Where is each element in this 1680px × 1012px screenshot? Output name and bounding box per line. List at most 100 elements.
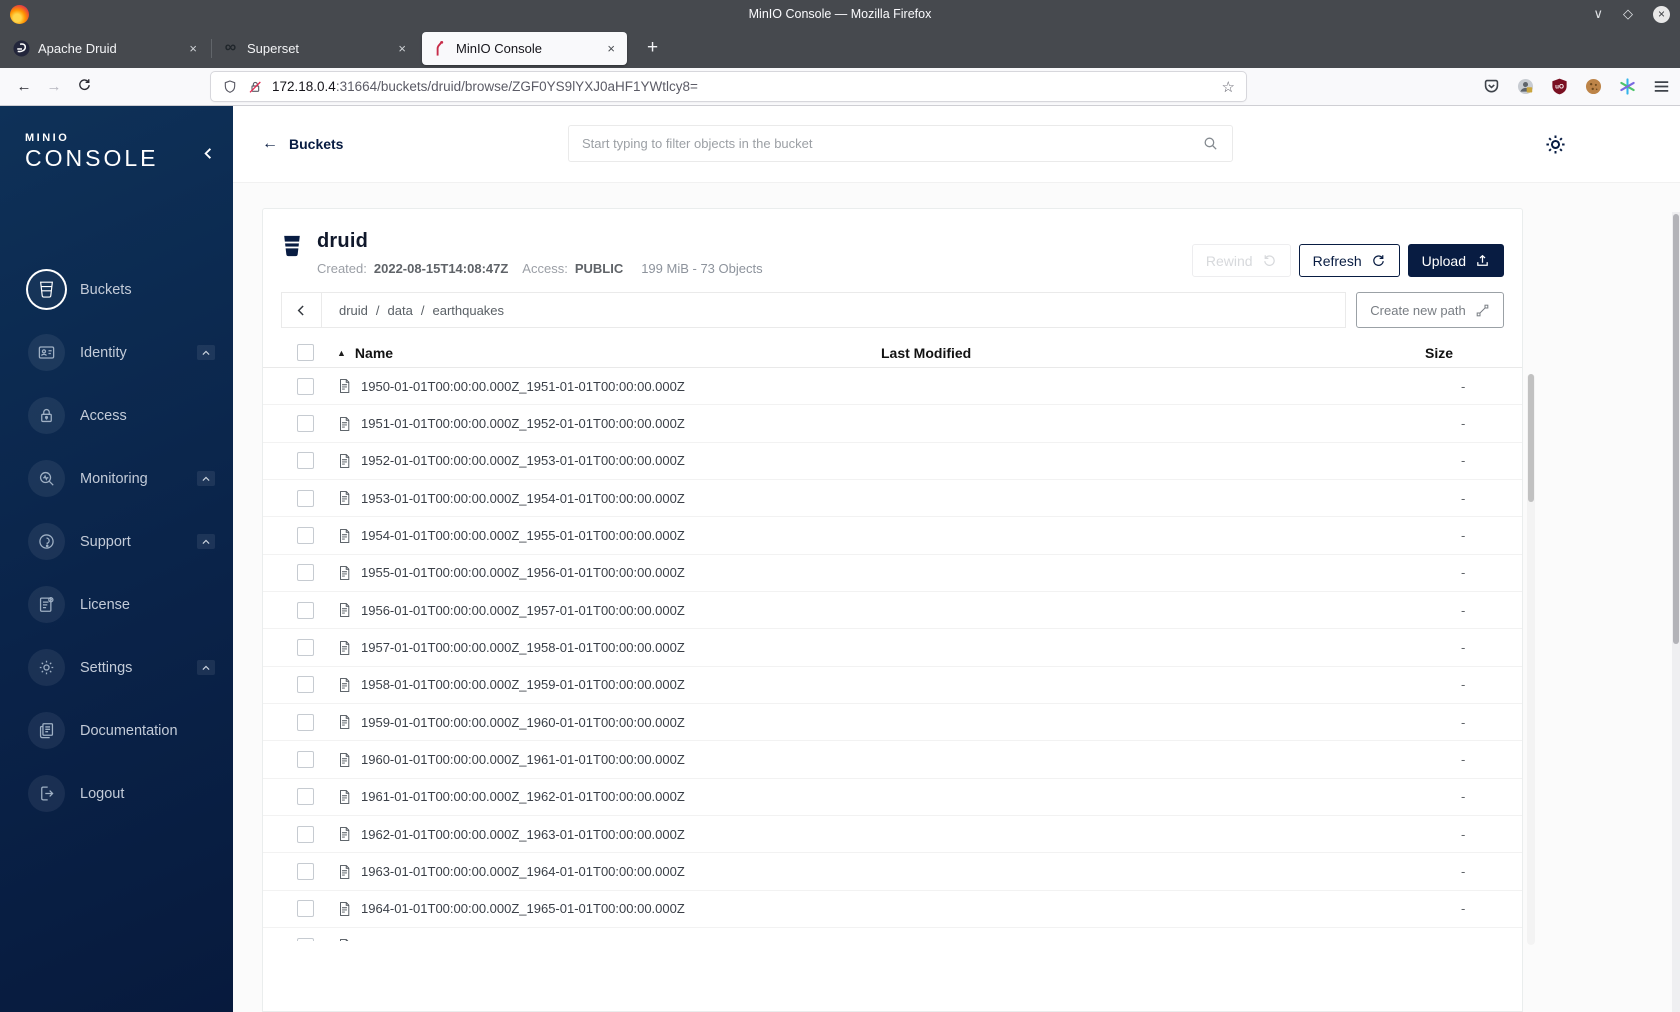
sidebar-item-access[interactable]: Access xyxy=(0,384,233,447)
sidebar-item-license[interactable]: License xyxy=(0,573,233,636)
object-row[interactable]: 1957-01-01T00:00:00.000Z_1958-01-01T00:0… xyxy=(263,629,1522,667)
object-name-cell[interactable]: 1958-01-01T00:00:00.000Z_1959-01-01T00:0… xyxy=(337,677,867,693)
sidebar-item-documentation[interactable]: Documentation xyxy=(0,699,233,762)
object-name-cell[interactable]: 1959-01-01T00:00:00.000Z_1960-01-01T00:0… xyxy=(337,714,867,730)
object-name-cell[interactable]: 1954-01-01T00:00:00.000Z_1955-01-01T00:0… xyxy=(337,528,867,544)
column-header-size[interactable]: Size xyxy=(1397,345,1506,361)
row-checkbox[interactable] xyxy=(297,937,314,941)
object-name-cell[interactable]: 1961-01-01T00:00:00.000Z_1962-01-01T00:0… xyxy=(337,789,867,805)
breadcrumb-part[interactable]: druid xyxy=(339,303,368,318)
row-checkbox[interactable] xyxy=(297,489,314,507)
row-checkbox[interactable] xyxy=(297,825,314,843)
breadcrumb-part[interactable]: data xyxy=(388,303,413,318)
rewind-button[interactable]: Rewind xyxy=(1191,244,1291,277)
upload-button[interactable]: Upload xyxy=(1407,244,1504,277)
sidebar-item-monitoring[interactable]: Monitoring xyxy=(0,447,233,510)
row-checkbox[interactable] xyxy=(297,601,314,619)
object-name-cell[interactable]: 1951-01-01T00:00:00.000Z_1952-01-01T00:0… xyxy=(337,416,867,432)
browser-tab-minio-console[interactable]: MinIO Console × xyxy=(422,31,627,65)
object-row[interactable]: 1955-01-01T00:00:00.000Z_1956-01-01T00:0… xyxy=(263,555,1522,593)
row-checkbox[interactable] xyxy=(297,788,314,806)
reload-icon[interactable] xyxy=(69,77,99,96)
row-checkbox[interactable] xyxy=(297,415,314,433)
object-row[interactable]: 1951-01-01T00:00:00.000Z_1952-01-01T00:0… xyxy=(263,405,1522,443)
sidebar-item-settings[interactable]: Settings xyxy=(0,636,233,699)
object-row[interactable]: 1962-01-01T00:00:00.000Z_1963-01-01T00:0… xyxy=(263,816,1522,854)
object-row[interactable]: 1956-01-01T00:00:00.000Z_1957-01-01T00:0… xyxy=(263,592,1522,630)
browser-tab-apache-druid[interactable]: Apache Druid × xyxy=(4,32,209,65)
row-checkbox[interactable] xyxy=(297,751,314,769)
sidebar-collapse-icon[interactable] xyxy=(201,146,216,166)
tab-close-icon[interactable]: × xyxy=(395,41,409,56)
browser-tab-superset[interactable]: ∞ Superset × xyxy=(211,32,418,65)
settings-gear-icon[interactable] xyxy=(1543,132,1568,162)
object-name-cell[interactable]: 1952-01-01T00:00:00.000Z_1953-01-01T00:0… xyxy=(337,453,867,469)
column-header-name[interactable]: ▲ Name xyxy=(337,345,867,361)
object-row[interactable]: 1959-01-01T00:00:00.000Z_1960-01-01T00:0… xyxy=(263,704,1522,742)
object-name-cell[interactable]: 1963-01-01T00:00:00.000Z_1964-01-01T00:0… xyxy=(337,864,867,880)
breadcrumb-back-icon[interactable] xyxy=(282,293,322,327)
object-name-cell[interactable]: 1964-01-01T00:00:00.000Z_1965-01-01T00:0… xyxy=(337,901,867,917)
object-row[interactable]: 1963-01-01T00:00:00.000Z_1964-01-01T00:0… xyxy=(263,853,1522,891)
object-row[interactable]: 1953-01-01T00:00:00.000Z_1954-01-01T00:0… xyxy=(263,480,1522,518)
refresh-button[interactable]: Refresh xyxy=(1298,244,1400,277)
row-checkbox[interactable] xyxy=(297,676,314,694)
menu-icon[interactable] xyxy=(1652,77,1671,96)
row-checkbox[interactable] xyxy=(297,900,314,918)
search-input[interactable] xyxy=(582,136,1202,151)
bookmark-star-icon[interactable]: ☆ xyxy=(1222,78,1235,96)
shield-icon[interactable] xyxy=(222,79,238,95)
cookie-icon[interactable] xyxy=(1584,77,1603,96)
row-checkbox[interactable] xyxy=(297,639,314,657)
breadcrumb-part[interactable]: earthquakes xyxy=(432,303,504,318)
pocket-icon[interactable] xyxy=(1482,77,1501,96)
tab-close-icon[interactable]: × xyxy=(604,41,618,56)
page-scrollbar[interactable] xyxy=(1672,212,1680,1012)
new-tab-button[interactable]: + xyxy=(641,37,664,59)
object-row[interactable]: 1964-01-01T00:00:00.000Z_1965-01-01T00:0… xyxy=(263,891,1522,929)
back-icon[interactable]: ← xyxy=(9,78,39,95)
row-checkbox[interactable] xyxy=(297,527,314,545)
object-name-cell[interactable]: 1953-01-01T00:00:00.000Z_1954-01-01T00:0… xyxy=(337,490,867,506)
object-row[interactable]: 1960-01-01T00:00:00.000Z_1961-01-01T00:0… xyxy=(263,741,1522,779)
url-text[interactable]: 172.18.0.4:31664/buckets/druid/browse/ZG… xyxy=(272,79,1213,94)
table-scrollbar[interactable] xyxy=(1527,374,1535,945)
insecure-lock-icon[interactable] xyxy=(247,79,263,95)
create-new-path-button[interactable]: Create new path xyxy=(1356,292,1504,328)
account-icon[interactable] xyxy=(1516,77,1535,96)
row-checkbox[interactable] xyxy=(297,564,314,582)
close-icon[interactable]: × xyxy=(1653,5,1670,23)
row-checkbox[interactable] xyxy=(297,713,314,731)
url-bar[interactable]: 172.18.0.4:31664/buckets/druid/browse/ZG… xyxy=(211,72,1246,101)
object-row[interactable]: 1961-01-01T00:00:00.000Z_1962-01-01T00:0… xyxy=(263,779,1522,817)
sidebar-item-logout[interactable]: Logout xyxy=(0,762,233,825)
tab-close-icon[interactable]: × xyxy=(186,41,200,56)
object-name-cell[interactable]: 1950-01-01T00:00:00.000Z_1951-01-01T00:0… xyxy=(337,378,867,394)
object-row[interactable]: 1950-01-01T00:00:00.000Z_1951-01-01T00:0… xyxy=(263,368,1522,406)
object-row[interactable]: 1965-01-01T00:00:00.000Z_1966-01-01T00:0… xyxy=(263,928,1522,941)
object-name-cell[interactable]: 1962-01-01T00:00:00.000Z_1963-01-01T00:0… xyxy=(337,826,867,842)
object-row[interactable]: 1952-01-01T00:00:00.000Z_1953-01-01T00:0… xyxy=(263,443,1522,481)
forward-icon[interactable]: → xyxy=(39,78,69,95)
object-name-cell[interactable]: 1960-01-01T00:00:00.000Z_1961-01-01T00:0… xyxy=(337,752,867,768)
object-name-cell[interactable]: 1965-01-01T00:00:00.000Z_1966-01-01T00:0… xyxy=(337,938,867,941)
sidebar-item-support[interactable]: Support xyxy=(0,510,233,573)
column-header-last-modified[interactable]: Last Modified xyxy=(867,345,1397,361)
extension-icon[interactable] xyxy=(1618,77,1637,96)
object-name-cell[interactable]: 1955-01-01T00:00:00.000Z_1956-01-01T00:0… xyxy=(337,565,867,581)
sidebar-item-buckets[interactable]: Buckets xyxy=(0,258,233,321)
maximize-icon[interactable]: ◇ xyxy=(1623,6,1633,22)
row-checkbox[interactable] xyxy=(297,863,314,881)
object-row[interactable]: 1958-01-01T00:00:00.000Z_1959-01-01T00:0… xyxy=(263,667,1522,705)
row-checkbox[interactable] xyxy=(297,452,314,470)
sidebar-item-label: Access xyxy=(80,407,127,424)
ublock-icon[interactable]: uO xyxy=(1550,77,1569,96)
object-row[interactable]: 1954-01-01T00:00:00.000Z_1955-01-01T00:0… xyxy=(263,517,1522,555)
minimize-icon[interactable]: ∨ xyxy=(1593,6,1603,22)
sidebar-item-identity[interactable]: Identity xyxy=(0,321,233,384)
object-name-cell[interactable]: 1957-01-01T00:00:00.000Z_1958-01-01T00:0… xyxy=(337,640,867,656)
back-to-buckets-link[interactable]: ← Buckets xyxy=(262,135,343,153)
object-name-cell[interactable]: 1956-01-01T00:00:00.000Z_1957-01-01T00:0… xyxy=(337,602,867,618)
select-all-checkbox[interactable] xyxy=(297,344,314,361)
row-checkbox[interactable] xyxy=(297,377,314,395)
